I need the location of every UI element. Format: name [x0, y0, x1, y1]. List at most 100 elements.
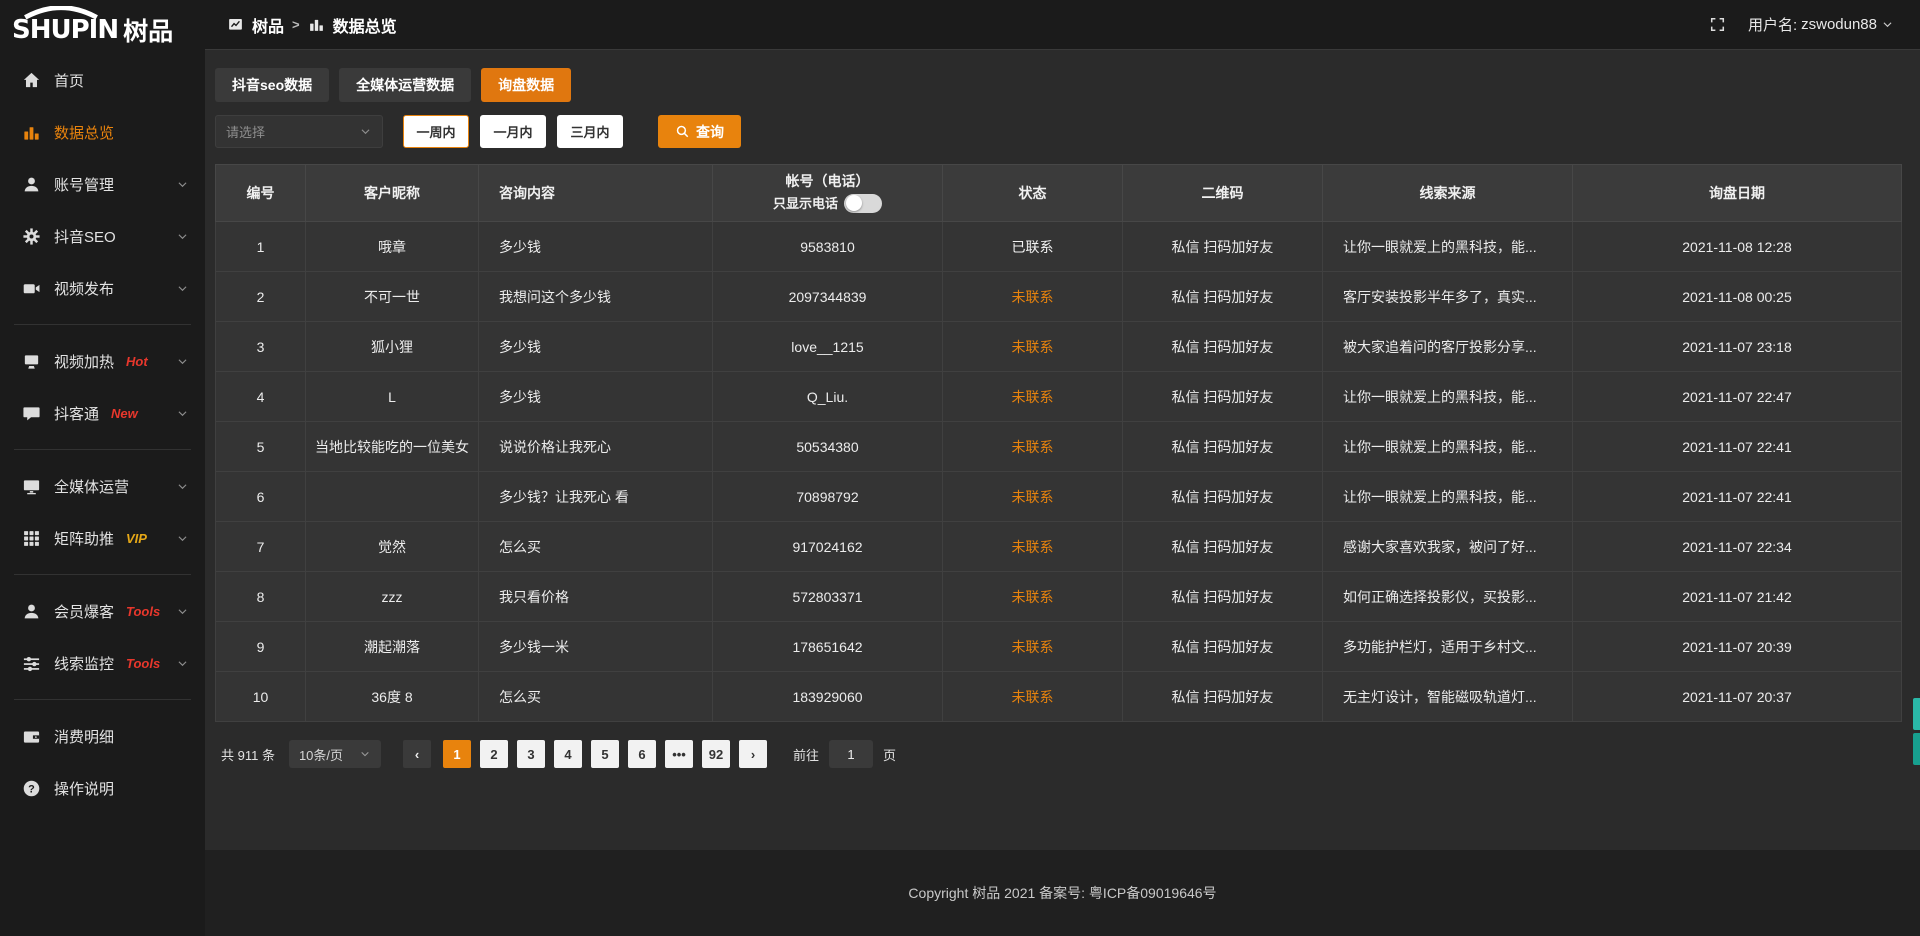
- chevron-down-icon: [176, 657, 189, 670]
- cell-source-link[interactable]: 被大家追着问的客厅投影分享...: [1323, 322, 1573, 372]
- cell-qrcode-link[interactable]: 私信 扫码加好友: [1123, 472, 1323, 522]
- sliders-icon: [22, 654, 41, 673]
- sidebar-item[interactable]: ? 操作说明: [0, 762, 205, 814]
- chevron-down-icon: [176, 230, 189, 243]
- cell-qrcode-link[interactable]: 私信 扫码加好友: [1123, 422, 1323, 472]
- header-account-label: 帐号（电话）: [786, 173, 870, 190]
- sidebar-item[interactable]: 视频发布: [0, 262, 205, 314]
- cell-source-link[interactable]: 让你一眼就爱上的黑科技，能...: [1323, 372, 1573, 422]
- page-size-select[interactable]: 10条/页: [289, 740, 381, 768]
- goto-label: 前往: [793, 745, 819, 764]
- cell-qrcode-link[interactable]: 私信 扫码加好友: [1123, 672, 1323, 722]
- cell-nickname: [306, 472, 479, 522]
- cell-account: 183929060: [713, 672, 943, 722]
- filter-select[interactable]: 请选择: [215, 115, 383, 148]
- cell-account: 178651642: [713, 622, 943, 672]
- sidebar-item-label: 操作说明: [54, 778, 114, 799]
- sidebar-item[interactable]: 账号管理: [0, 158, 205, 210]
- cell-date: 2021-11-07 20:37: [1573, 672, 1902, 722]
- topbar-right: 用户名: zswodun88: [1709, 14, 1894, 35]
- cell-content: 多少钱一米: [479, 622, 713, 672]
- cell-nickname: 狐小狸: [306, 322, 479, 372]
- cell-nickname: 觉然: [306, 522, 479, 572]
- sidebar-item[interactable]: 全媒体运营: [0, 460, 205, 512]
- prev-page-button[interactable]: ‹: [403, 740, 431, 768]
- cell-source-link[interactable]: 让你一眼就爱上的黑科技，能...: [1323, 222, 1573, 272]
- page-number-button[interactable]: 5: [591, 740, 619, 768]
- sidebar-item[interactable]: 首页: [0, 54, 205, 106]
- breadcrumb-current: 数据总览: [333, 13, 397, 37]
- cell-source-link[interactable]: 感谢大家喜欢我家，被问了好...: [1323, 522, 1573, 572]
- header-date: 询盘日期: [1573, 165, 1902, 222]
- cell-date: 2021-11-08 00:25: [1573, 272, 1902, 322]
- range-button[interactable]: 一周内: [403, 115, 469, 148]
- brand-logo-en: SHUPIN: [12, 17, 118, 43]
- page-number-button[interactable]: 6: [628, 740, 656, 768]
- cell-source-link[interactable]: 让你一眼就爱上的黑科技，能...: [1323, 422, 1573, 472]
- query-button[interactable]: 查询: [658, 115, 741, 148]
- sidebar-item-label: 抖音SEO: [54, 226, 116, 247]
- data-tab[interactable]: 全媒体运营数据: [339, 68, 471, 102]
- sidebar-item[interactable]: 视频加热 Hot: [0, 335, 205, 387]
- cell-qrcode-link[interactable]: 私信 扫码加好友: [1123, 222, 1323, 272]
- breadcrumb-home[interactable]: 树品: [252, 13, 284, 37]
- data-tab[interactable]: 询盘数据: [481, 68, 571, 102]
- data-tab[interactable]: 抖音seo数据: [215, 68, 329, 102]
- table-row: 2 不可一世 我想问这个多少钱 2097344839 未联系 私信 扫码加好友 …: [216, 272, 1902, 322]
- page-number-button[interactable]: 2: [480, 740, 508, 768]
- toggle-knob: [846, 195, 862, 211]
- cell-qrcode-link[interactable]: 私信 扫码加好友: [1123, 522, 1323, 572]
- cell-source-link[interactable]: 让你一眼就爱上的黑科技，能...: [1323, 472, 1573, 522]
- cell-qrcode-link[interactable]: 私信 扫码加好友: [1123, 572, 1323, 622]
- phone-only-toggle[interactable]: [844, 194, 882, 213]
- chevron-down-icon: [176, 355, 189, 368]
- floating-widget-segment[interactable]: [1913, 698, 1920, 730]
- fullscreen-icon[interactable]: [1709, 16, 1726, 33]
- cell-qrcode-link[interactable]: 私信 扫码加好友: [1123, 272, 1323, 322]
- cell-source-link[interactable]: 无主灯设计，智能磁吸轨道灯...: [1323, 672, 1573, 722]
- chat-icon: [22, 404, 41, 423]
- sidebar-item[interactable]: 线索监控 Tools: [0, 637, 205, 689]
- cell-date: 2021-11-07 22:41: [1573, 472, 1902, 522]
- next-page-button[interactable]: ›: [739, 740, 767, 768]
- page-number-button[interactable]: 3: [517, 740, 545, 768]
- cell-id: 10: [216, 672, 306, 722]
- cell-account: 9583810: [713, 222, 943, 272]
- cell-source-link[interactable]: 多功能护栏灯，适用于乡村文...: [1323, 622, 1573, 672]
- range-button[interactable]: 一月内: [480, 115, 546, 148]
- sidebar-item[interactable]: 会员爆客 Tools: [0, 585, 205, 637]
- sidebar-item[interactable]: 抖音SEO: [0, 210, 205, 262]
- sidebar-item[interactable]: 数据总览: [0, 106, 205, 158]
- floating-widget-handle[interactable]: [1913, 698, 1920, 765]
- page-number-button[interactable]: 4: [554, 740, 582, 768]
- floating-widget-segment[interactable]: [1913, 733, 1920, 765]
- cell-source-link[interactable]: 如何正确选择投影仪，买投影...: [1323, 572, 1573, 622]
- cell-qrcode-link[interactable]: 私信 扫码加好友: [1123, 622, 1323, 672]
- sidebar-item[interactable]: 消费明细: [0, 710, 205, 762]
- header-account: 帐号（电话） 只显示电话: [713, 165, 943, 222]
- cell-account: 917024162: [713, 522, 943, 572]
- video-icon: [22, 279, 41, 298]
- page-number-button[interactable]: 92: [702, 740, 730, 768]
- cell-id: 4: [216, 372, 306, 422]
- data-tab-label: 询盘数据: [498, 75, 554, 95]
- cell-content: 多少钱？让我死心 看: [479, 472, 713, 522]
- sidebar-item[interactable]: 矩阵助推 VIP: [0, 512, 205, 564]
- cell-qrcode-link[interactable]: 私信 扫码加好友: [1123, 322, 1323, 372]
- cell-status: 未联系: [943, 672, 1123, 722]
- page-number-button[interactable]: •••: [665, 740, 693, 768]
- cell-date: 2021-11-07 23:18: [1573, 322, 1902, 372]
- sidebar-item[interactable]: 抖客通 New: [0, 387, 205, 439]
- goto-page-input[interactable]: [829, 740, 873, 768]
- goto-page: 前往 页: [793, 740, 896, 768]
- cell-account: 2097344839: [713, 272, 943, 322]
- cell-source-link[interactable]: 客厅安装投影半年多了，真实...: [1323, 272, 1573, 322]
- data-tab-label: 抖音seo数据: [232, 75, 312, 95]
- user-menu[interactable]: 用户名: zswodun88: [1748, 14, 1894, 35]
- chevron-down-icon: [176, 480, 189, 493]
- page-number-button[interactable]: 1: [443, 740, 471, 768]
- cell-qrcode-link[interactable]: 私信 扫码加好友: [1123, 372, 1323, 422]
- cell-nickname: L: [306, 372, 479, 422]
- header-nickname: 客户昵称: [306, 165, 479, 222]
- range-button[interactable]: 三月内: [557, 115, 623, 148]
